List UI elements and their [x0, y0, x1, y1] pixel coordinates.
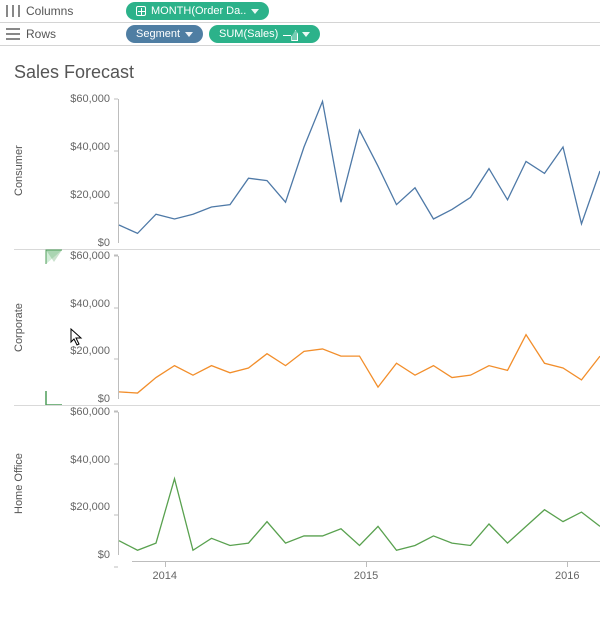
- plot[interactable]: [118, 412, 600, 555]
- y-tick-label: $60,000: [52, 250, 114, 262]
- y-tick-label: $40,000: [52, 454, 114, 466]
- pill-month-order-date[interactable]: MONTH(Order Da..: [126, 2, 269, 20]
- x-tick-label: 2014: [153, 570, 177, 582]
- columns-label: Columns: [26, 4, 73, 18]
- y-tick-label: $60,000: [52, 93, 114, 105]
- chart-panel: Home Office $0 $20,000 $40,000 $60,000: [14, 405, 600, 561]
- columns-icon: [6, 5, 20, 17]
- pill-label: Segment: [136, 28, 180, 40]
- plot[interactable]: [118, 256, 600, 399]
- segment-label: Consumer: [12, 93, 26, 249]
- chevron-down-icon: [185, 32, 193, 37]
- y-tick-label: $0: [52, 237, 114, 249]
- plus-icon: [136, 6, 146, 16]
- pill-label: MONTH(Order Da..: [151, 5, 246, 17]
- y-tick-label: $40,000: [52, 141, 114, 153]
- y-tick-label: $0: [52, 393, 114, 405]
- page-title: Sales Forecast: [0, 46, 600, 93]
- segment-label: Corporate: [12, 250, 26, 405]
- chevron-down-icon: [251, 9, 259, 14]
- x-axis: 2014 2015 2016: [132, 561, 600, 591]
- columns-shelf[interactable]: Columns MONTH(Order Da..: [0, 0, 600, 23]
- segment-label: Home Office: [12, 406, 26, 561]
- chevron-down-icon: [302, 32, 310, 37]
- rows-shelf[interactable]: Rows Segment SUM(Sales): [0, 23, 600, 46]
- x-tick-label: 2016: [555, 570, 579, 582]
- chart-panel: Corporate $0 $20,000 $40,000 $60,000: [14, 249, 600, 405]
- y-tick-label: $0: [52, 549, 114, 561]
- forecast-icon: [283, 28, 297, 40]
- rows-label: Rows: [26, 27, 56, 41]
- line-series: [119, 335, 600, 393]
- plot[interactable]: [118, 99, 600, 243]
- y-tick-label: $60,000: [52, 406, 114, 418]
- pill-label: SUM(Sales): [219, 28, 278, 40]
- pill-segment[interactable]: Segment: [126, 25, 203, 43]
- y-tick-label: $20,000: [52, 189, 114, 201]
- pill-sum-sales[interactable]: SUM(Sales): [209, 25, 320, 43]
- y-tick-label: $20,000: [52, 501, 114, 513]
- y-tick-label: $20,000: [52, 345, 114, 357]
- rows-icon: [6, 28, 20, 40]
- line-series: [119, 101, 600, 233]
- chart-panel: Consumer $0 $20,000 $40,000 $60,000: [14, 93, 600, 249]
- line-series: [119, 479, 600, 551]
- chart-area: Consumer$0$20,000$40,000$60,000Corporate…: [0, 93, 600, 591]
- x-tick-label: 2015: [354, 570, 378, 582]
- y-tick-label: $40,000: [52, 298, 114, 310]
